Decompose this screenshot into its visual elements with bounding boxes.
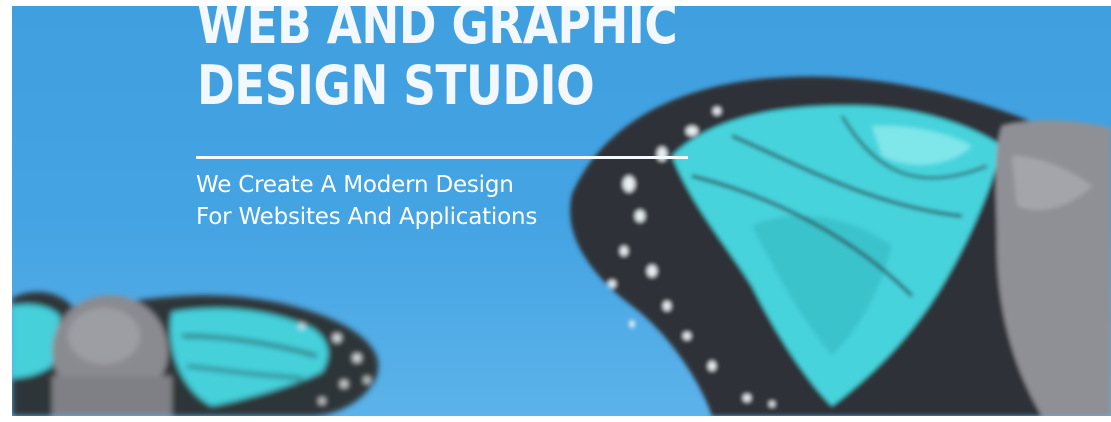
- headline: WEB AND GRAPHIC DESIGN STUDIO: [197, 6, 678, 117]
- hero-banner: WEB AND GRAPHIC DESIGN STUDIO We Create …: [12, 6, 1111, 416]
- headline-line-2: DESIGN STUDIO: [197, 54, 595, 117]
- subheadline: We Create A Modern Design For Websites A…: [196, 169, 537, 233]
- headline-line-1: WEB AND GRAPHIC: [197, 6, 678, 56]
- headline-divider: [196, 156, 688, 159]
- large-butterfly: [570, 76, 1111, 416]
- small-butterfly: [12, 291, 379, 416]
- page: WEB AND GRAPHIC DESIGN STUDIO We Create …: [0, 0, 1111, 422]
- subheadline-line-2: For Websites And Applications: [196, 204, 538, 230]
- subheadline-line-1: We Create A Modern Design: [196, 172, 514, 198]
